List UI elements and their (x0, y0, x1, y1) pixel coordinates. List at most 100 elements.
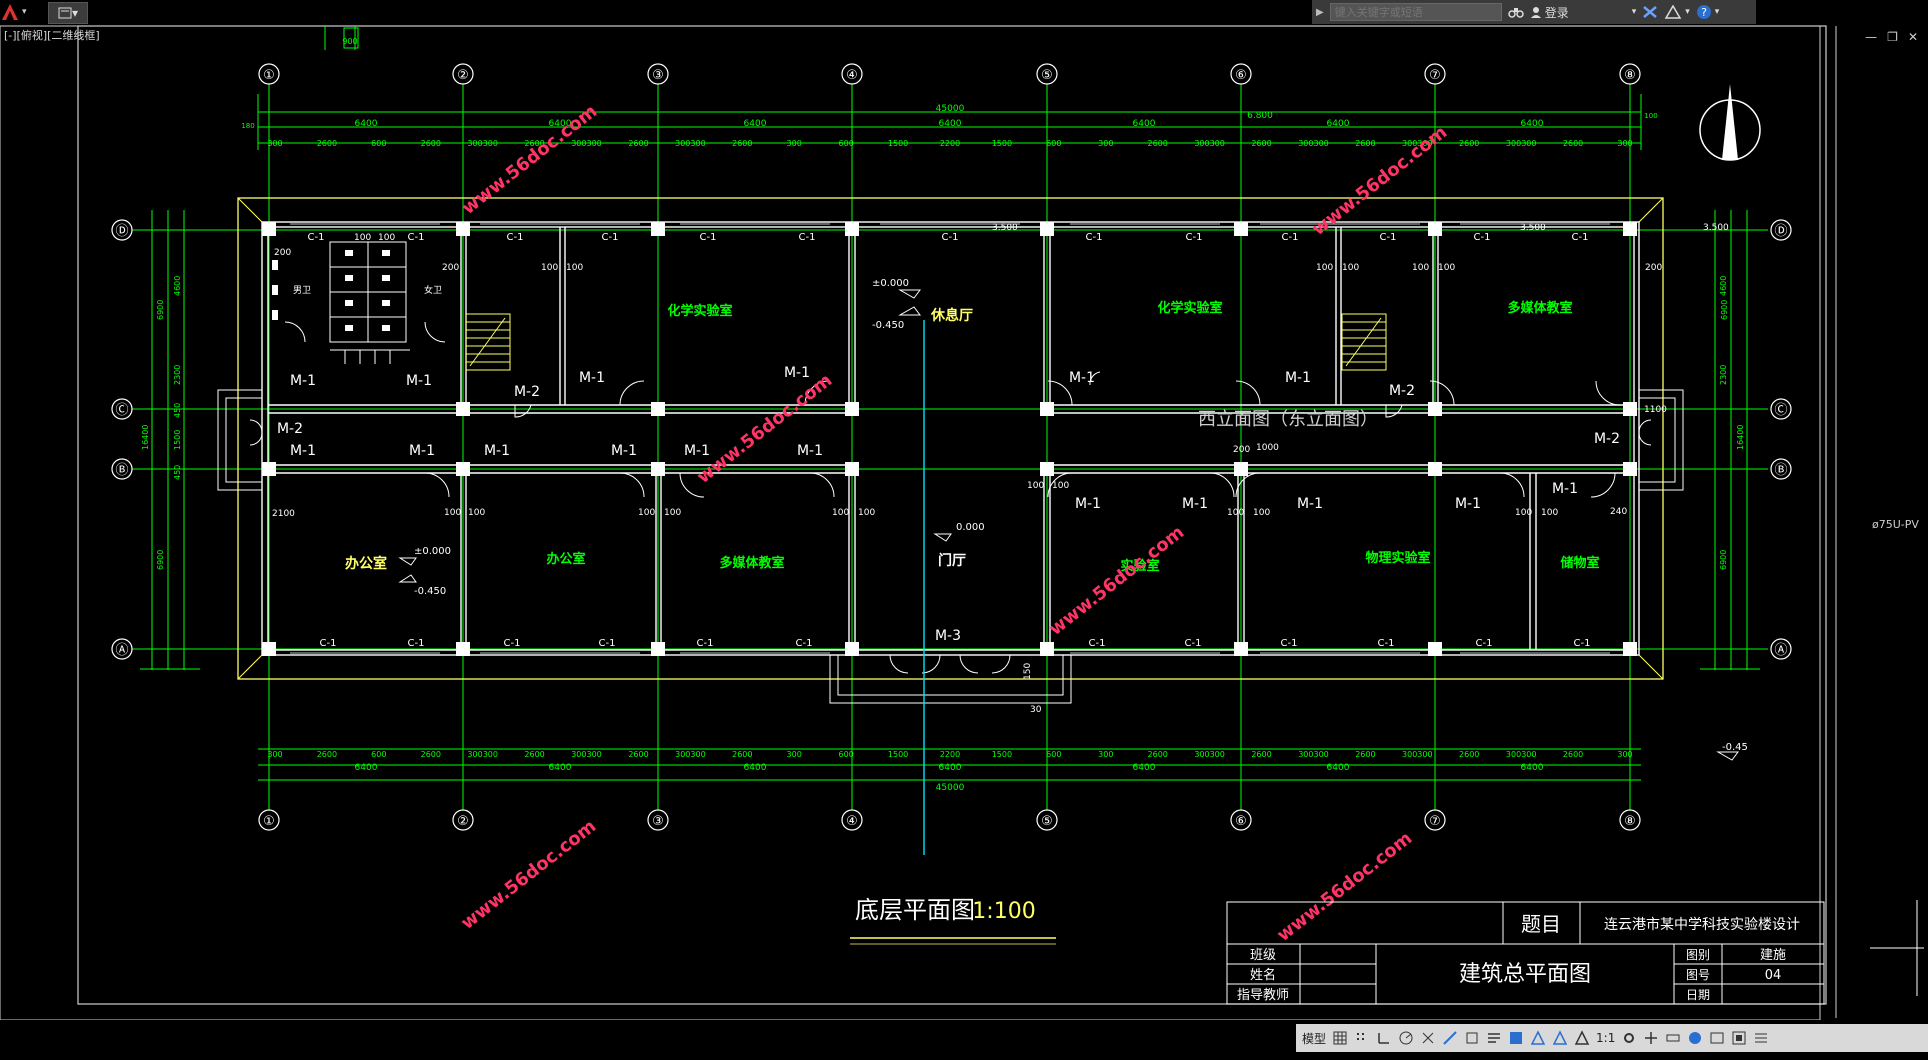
dim-150: 150 (1023, 663, 1033, 680)
sub-dim-bottom: 300300 (1194, 750, 1225, 759)
door-label-m1: M-1 (611, 443, 637, 459)
annotation-scale-value[interactable]: 1:1 (1596, 1031, 1615, 1045)
sub-dim-top: 300300 (1194, 139, 1225, 148)
search-binoculars-icon[interactable] (1507, 5, 1524, 19)
dim-100: 100 (1438, 263, 1455, 273)
selection-icon[interactable] (1464, 1030, 1480, 1046)
room-male-wc: 男卫 (293, 285, 311, 296)
settings-gear-icon[interactable] (1621, 1030, 1637, 1046)
ortho-icon[interactable] (1376, 1030, 1392, 1046)
dim-3500-center: 3.500 (992, 223, 1018, 233)
axis-label-d-left: Ⓓ (115, 224, 128, 239)
help-icon[interactable]: ? ▾ (1696, 4, 1719, 20)
sub-dim-bottom: 300300 (1298, 750, 1329, 759)
sub-dim-bottom: 300 (267, 750, 282, 759)
autocad-logo-icon[interactable] (0, 2, 20, 22)
sub-dim-bottom: 600 (1046, 750, 1061, 759)
room-female-wc: 女卫 (424, 284, 442, 296)
properties-icon[interactable] (1486, 1030, 1502, 1046)
axis-label-6-bottom: ⑥ (1235, 814, 1247, 829)
bay-dim-bottom-1: 6400 (355, 763, 378, 773)
sub-dim-top: 2600 (1459, 139, 1479, 148)
dim-100: 100 (1412, 263, 1429, 273)
login-dropdown-icon[interactable]: ▾ (1632, 7, 1637, 17)
dim-100-labels: 100 100 100 100 100 100 100 100 100 100 100 100 100 1… (354, 233, 1558, 518)
a360-icon[interactable]: ▾ (1664, 5, 1690, 19)
room-chem-lab-left: 化学实验室 (667, 303, 732, 319)
isolate-objects-icon[interactable] (1687, 1030, 1703, 1046)
door-label-m3: M-3 (935, 628, 961, 644)
axis-label-8-bottom: ⑧ (1624, 814, 1636, 829)
hardware-acceleration-icon[interactable] (1709, 1030, 1725, 1046)
bay-dim-top-1: 6400 (355, 119, 378, 129)
left-dim-2300: 2300 (173, 365, 182, 385)
model-space-button[interactable]: 模型 (1302, 1030, 1326, 1047)
door-label-m1: M-1 (784, 365, 810, 381)
window-label-c1: C-1 (942, 232, 959, 243)
search-input[interactable] (1329, 3, 1502, 21)
sub-dim-bottom: 300 (1617, 750, 1632, 759)
axis-label-7-bottom: ⑦ (1429, 814, 1441, 829)
exchange-icon[interactable] (1642, 5, 1658, 19)
expand-arrow-icon[interactable]: ▶ (1316, 7, 1324, 18)
osnap-icon[interactable] (1420, 1030, 1436, 1046)
polar-icon[interactable] (1398, 1030, 1414, 1046)
dim-100: 100 (444, 508, 461, 518)
sub-dim-bottom: 2600 (1148, 750, 1168, 759)
door-label-m2: M-2 (277, 421, 303, 437)
axis-label-c-left: Ⓒ (115, 403, 128, 418)
workspace-icon[interactable] (58, 6, 72, 20)
right-dim-4600: 4600 (1719, 276, 1728, 296)
grid-icon[interactable] (1332, 1030, 1348, 1046)
stairs-right (1341, 313, 1387, 371)
door-label-m1: M-1 (290, 443, 316, 459)
elevation-exterior: -0.45 (1722, 742, 1748, 753)
dim-180: 180 (241, 122, 254, 130)
sub-dim-bottom: 1500 (992, 750, 1012, 759)
annotation-scale-icon[interactable] (1574, 1030, 1590, 1046)
units-icon[interactable] (1665, 1030, 1681, 1046)
door-label-m1: M-1 (579, 370, 605, 386)
snap-icon[interactable] (1354, 1030, 1370, 1046)
toilet-fixtures (272, 250, 390, 331)
dim-200-left: 200 (442, 263, 459, 273)
plus-icon[interactable] (1643, 1030, 1659, 1046)
workspace-blue-icon[interactable] (1508, 1030, 1524, 1046)
door-label-m1: M-1 (290, 373, 316, 389)
toilet-stalls (284, 241, 446, 364)
application-menu[interactable]: ▾ (0, 0, 48, 24)
drawing-canvas[interactable]: 900 ① ② ③ ④ ⑤ ⑥ ⑦ ⑧ ① ② ③ ④ ⑤ ⑥ ⑦ ⑧ Ⓓ Ⓒ … (0, 24, 1928, 1020)
right-dim-16400: 16400 (1736, 425, 1745, 450)
lineweight-icon[interactable] (1442, 1030, 1458, 1046)
elevation-neg-office: -0.450 (414, 586, 446, 597)
door-label-m1: M-1 (1285, 370, 1311, 386)
sub-dim-bottom: 2200 (940, 750, 960, 759)
axis-label-4-top: ④ (846, 68, 858, 83)
door-label-m1: M-1 (1075, 496, 1101, 512)
customization-icon[interactable] (1753, 1030, 1769, 1046)
sub-dim-top: 600 (371, 139, 386, 148)
sub-dim-top: 300300 (571, 139, 602, 148)
annotation-visibility-icon[interactable] (1530, 1030, 1546, 1046)
dim-100-top: 100 (1644, 112, 1657, 120)
room-lobby: 门厅 (938, 552, 966, 569)
axis-label-b-right: Ⓑ (1774, 463, 1787, 478)
clean-screen-icon[interactable] (1731, 1030, 1747, 1046)
door-label-m1: M-1 (409, 443, 435, 459)
app-menu-arrow-icon[interactable]: ▾ (22, 7, 27, 17)
window-label-c1: C-1 (1282, 232, 1299, 243)
sub-dim-bottom: 300300 (1402, 750, 1433, 759)
door-swings (249, 371, 1652, 498)
axis-label-b-left: Ⓑ (115, 463, 128, 478)
quick-access-toolbar[interactable]: ▾ (48, 2, 88, 24)
dim-100: 100 (541, 263, 558, 273)
side-text: ø75U-PV (1872, 518, 1919, 531)
door-label-m2: M-2 (1389, 383, 1415, 399)
dim-1100: 1100 (1644, 405, 1667, 415)
sub-dim-top: 600 (1046, 139, 1061, 148)
window-label-c1: C-1 (700, 232, 717, 243)
quick-access-dropdown[interactable]: ▾ (72, 6, 78, 20)
sub-dim-top: 300 (267, 139, 282, 148)
autoscale-icon[interactable] (1552, 1030, 1568, 1046)
login-button[interactable]: 登录 ▾ (1530, 4, 1637, 21)
